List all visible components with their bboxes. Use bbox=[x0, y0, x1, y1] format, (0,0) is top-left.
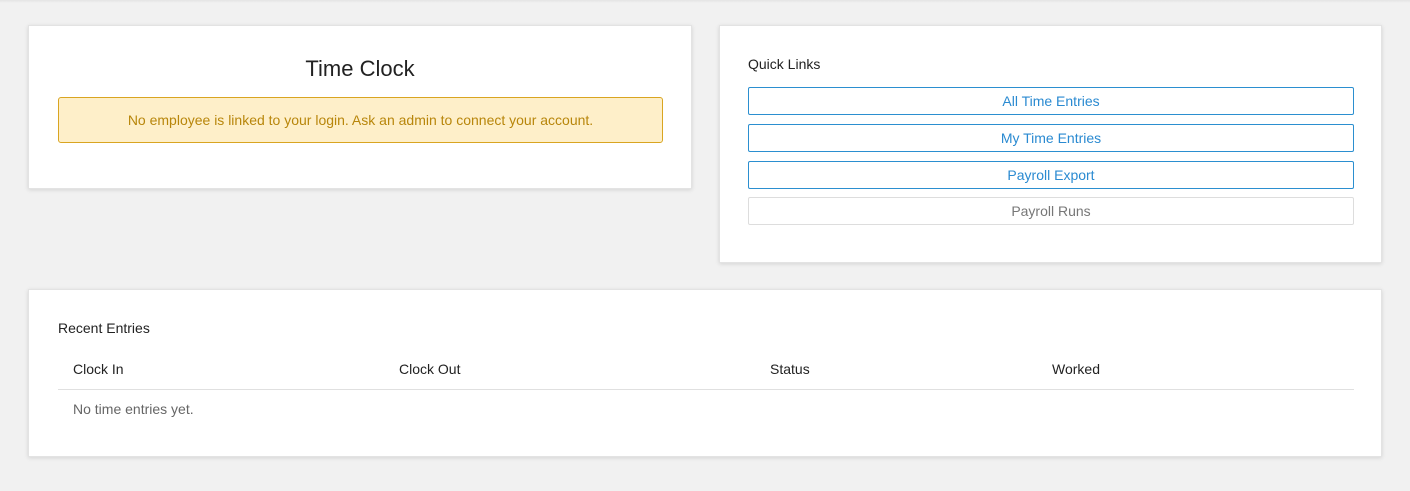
time-clock-card: Time Clock No employee is linked to your… bbox=[28, 25, 692, 189]
quick-links-card: Quick Links All Time Entries My Time Ent… bbox=[719, 25, 1382, 263]
top-shadow bbox=[0, 0, 1410, 3]
payroll-runs-button: Payroll Runs bbox=[748, 197, 1354, 225]
column-header-status: Status bbox=[770, 361, 810, 377]
no-employee-alert: No employee is linked to your login. Ask… bbox=[58, 97, 663, 143]
recent-entries-heading: Recent Entries bbox=[58, 320, 150, 336]
payroll-export-button[interactable]: Payroll Export bbox=[748, 161, 1354, 189]
empty-entries-message: No time entries yet. bbox=[73, 401, 194, 417]
recent-entries-card: Recent Entries Clock In Clock Out Status… bbox=[28, 289, 1382, 457]
column-header-worked: Worked bbox=[1052, 361, 1100, 377]
all-time-entries-button[interactable]: All Time Entries bbox=[748, 87, 1354, 115]
time-clock-title: Time Clock bbox=[305, 56, 415, 81]
column-header-clock-in: Clock In bbox=[73, 361, 124, 377]
quick-links-heading: Quick Links bbox=[748, 56, 821, 72]
entries-table-header: Clock In Clock Out Status Worked bbox=[58, 350, 1354, 390]
my-time-entries-button[interactable]: My Time Entries bbox=[748, 124, 1354, 152]
column-header-clock-out: Clock Out bbox=[399, 361, 461, 377]
